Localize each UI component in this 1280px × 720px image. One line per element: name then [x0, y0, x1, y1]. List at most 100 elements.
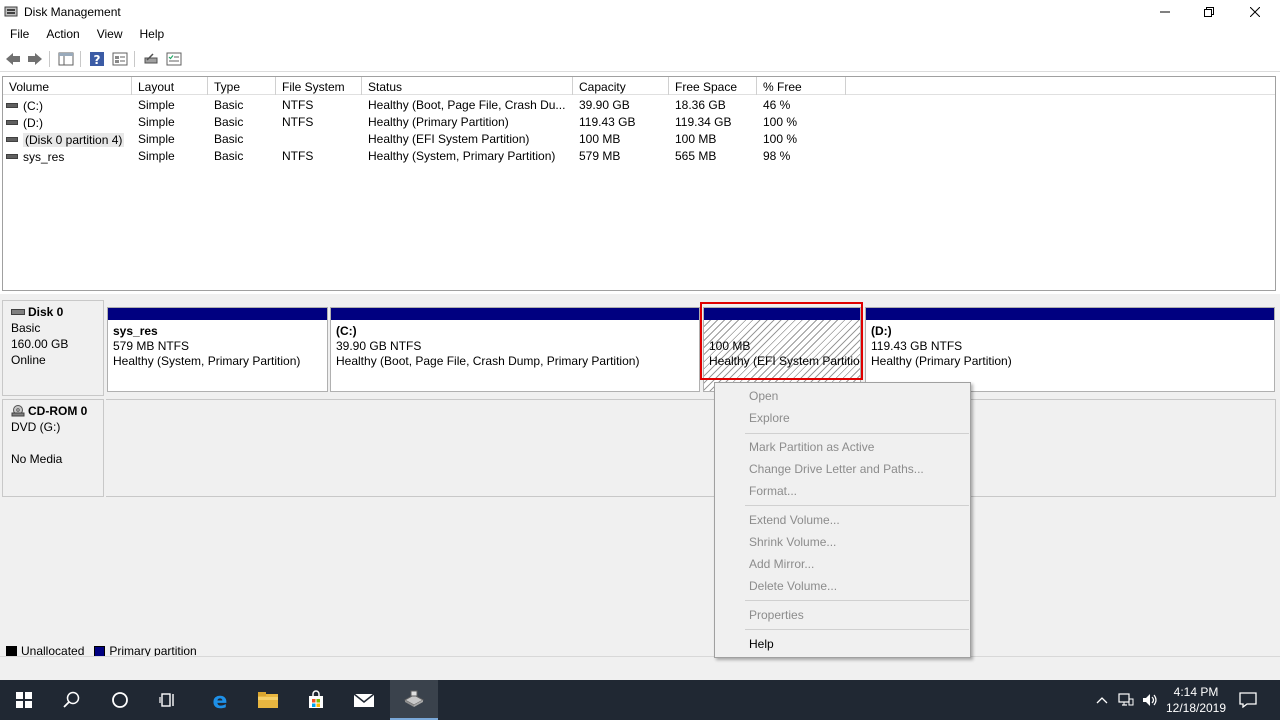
context-menu-open[interactable]: Open	[749, 389, 778, 403]
show-hide-tree-button[interactable]	[57, 50, 75, 68]
partition-name: (C:)	[336, 324, 357, 338]
volume-status: Healthy (Boot, Page File, Crash Du...	[368, 98, 566, 112]
menu-action[interactable]: Action	[36, 24, 86, 44]
start-button[interactable]	[0, 680, 48, 720]
menu-file[interactable]: File	[0, 24, 36, 44]
column-header-volume[interactable]: Volume	[3, 77, 132, 95]
file-explorer-icon	[258, 692, 278, 708]
close-icon	[1250, 7, 1260, 17]
speaker-icon	[1143, 694, 1157, 706]
column-header-file-system[interactable]: File System	[276, 77, 362, 95]
context-menu-delete-volume[interactable]: Delete Volume...	[749, 579, 837, 593]
toolbar-separator	[49, 51, 50, 67]
search-button[interactable]	[48, 680, 96, 720]
context-menu-change-drive-letter[interactable]: Change Drive Letter and Paths...	[749, 462, 924, 476]
hard-disk-icon	[11, 309, 25, 315]
task-view-button[interactable]	[144, 680, 192, 720]
close-button[interactable]	[1232, 0, 1278, 24]
volume-capacity: 39.90 GB	[579, 98, 630, 112]
context-menu-help[interactable]: Help	[749, 637, 774, 651]
disk-0-label[interactable]: Disk 0 Basic 160.00 GB Online	[2, 300, 104, 396]
cdrom-0-name: CD-ROM 0	[28, 404, 88, 418]
minimize-button[interactable]	[1142, 0, 1188, 24]
settings-toolbar-button[interactable]	[165, 50, 183, 68]
context-menu-separator	[745, 600, 969, 601]
volume-row-disk0-partition4[interactable]: (Disk 0 partition 4) Simple Basic Health…	[3, 130, 1275, 147]
context-menu-properties[interactable]: Properties	[749, 608, 804, 622]
partition-sys-res[interactable]: sys_res 579 MB NTFS Healthy (System, Pri…	[107, 307, 328, 392]
legend-swatch-primary	[94, 645, 106, 657]
cdrom-0-area[interactable]	[106, 399, 1276, 497]
checklist-icon	[166, 52, 182, 66]
menu-bar: File Action View Help	[0, 24, 1280, 44]
volume-icon	[6, 137, 18, 142]
volume-free-space: 18.36 GB	[675, 98, 726, 112]
disk-management-icon	[403, 690, 425, 707]
disk-management-taskbar-button[interactable]	[390, 680, 438, 720]
volume-name: (Disk 0 partition 4)	[23, 132, 125, 147]
cdrom-0-label[interactable]: CD-ROM 0 DVD (G:) No Media	[2, 399, 104, 497]
back-button[interactable]	[4, 50, 22, 68]
edge-taskbar-button[interactable]: e	[196, 680, 244, 720]
status-bar	[0, 656, 1280, 680]
help-toolbar-button[interactable]: ?	[88, 50, 106, 68]
volume-capacity: 579 MB	[579, 149, 621, 163]
column-header-capacity[interactable]: Capacity	[573, 77, 669, 95]
window-title: Disk Management	[24, 5, 121, 19]
disk-connect-icon	[144, 53, 158, 64]
search-icon	[63, 691, 80, 708]
partition-size: 119.43 GB NTFS	[871, 339, 963, 353]
volume-status: Healthy (System, Primary Partition)	[368, 149, 556, 163]
volume-free-space: 565 MB	[675, 149, 717, 163]
clock-time: 4:14 PM	[1173, 685, 1219, 699]
column-header-free-space[interactable]: Free Space	[669, 77, 757, 95]
disk-0-type: Basic	[11, 321, 41, 335]
console-tree-icon	[58, 52, 74, 66]
store-taskbar-button[interactable]	[292, 680, 340, 720]
show-hidden-icons-button[interactable]	[1090, 680, 1114, 720]
context-menu-shrink-volume[interactable]: Shrink Volume...	[749, 535, 836, 549]
file-explorer-taskbar-button[interactable]	[244, 680, 292, 720]
volume-row-c[interactable]: (C:) Simple Basic NTFS Healthy (Boot, Pa…	[3, 96, 1275, 113]
cdrom-0-status: No Media	[11, 452, 63, 466]
forward-button[interactable]	[26, 50, 44, 68]
notification-icon	[1239, 692, 1257, 708]
context-menu-separator	[745, 629, 969, 630]
properties-toolbar-button[interactable]	[111, 50, 129, 68]
column-header-status[interactable]: Status	[362, 77, 573, 95]
toolbar-separator	[80, 51, 81, 67]
context-menu-add-mirror[interactable]: Add Mirror...	[749, 557, 814, 571]
taskbar: e 4:14 PM 12/18/2019	[0, 680, 1280, 720]
cortana-button[interactable]	[96, 680, 144, 720]
volume-file-system	[276, 130, 362, 147]
clock[interactable]: 4:14 PM 12/18/2019	[1164, 684, 1228, 716]
context-menu-mark-active[interactable]: Mark Partition as Active	[749, 440, 874, 454]
context-menu-format[interactable]: Format...	[749, 484, 797, 498]
network-icon	[1118, 693, 1134, 706]
context-menu-separator	[745, 505, 969, 506]
action-center-button[interactable]	[1228, 680, 1268, 720]
partition-status: Healthy (System, Primary Partition)	[113, 354, 301, 368]
partition-c[interactable]: (C:) 39.90 GB NTFS Healthy (Boot, Page F…	[330, 307, 700, 392]
volume-file-system: NTFS	[282, 98, 314, 112]
column-header-layout[interactable]: Layout	[132, 77, 208, 95]
toolbar-separator	[134, 51, 135, 67]
mail-taskbar-button[interactable]	[340, 680, 388, 720]
column-header-percent-free[interactable]: % Free	[757, 77, 846, 95]
volume-row-d[interactable]: (D:) Simple Basic NTFS Healthy (Primary …	[3, 113, 1275, 130]
network-tray-button[interactable]	[1114, 680, 1138, 720]
column-header-type[interactable]: Type	[208, 77, 276, 95]
partition-d[interactable]: (D:) 119.43 GB NTFS Healthy (Primary Par…	[865, 307, 1275, 392]
volume-tray-button[interactable]	[1138, 680, 1162, 720]
context-menu-extend-volume[interactable]: Extend Volume...	[749, 513, 840, 527]
context-menu-explore[interactable]: Explore	[749, 411, 790, 425]
edge-icon: e	[213, 689, 228, 711]
forward-arrow-icon	[28, 53, 42, 65]
connect-disk-button[interactable]	[142, 50, 160, 68]
restore-button[interactable]	[1186, 0, 1232, 24]
partition-size: 39.90 GB NTFS	[336, 339, 422, 353]
disk-0-name: Disk 0	[28, 305, 64, 319]
volume-row-sys-res[interactable]: sys_res Simple Basic NTFS Healthy (Syste…	[3, 147, 1275, 164]
menu-view[interactable]: View	[87, 24, 130, 44]
menu-help[interactable]: Help	[130, 24, 172, 44]
